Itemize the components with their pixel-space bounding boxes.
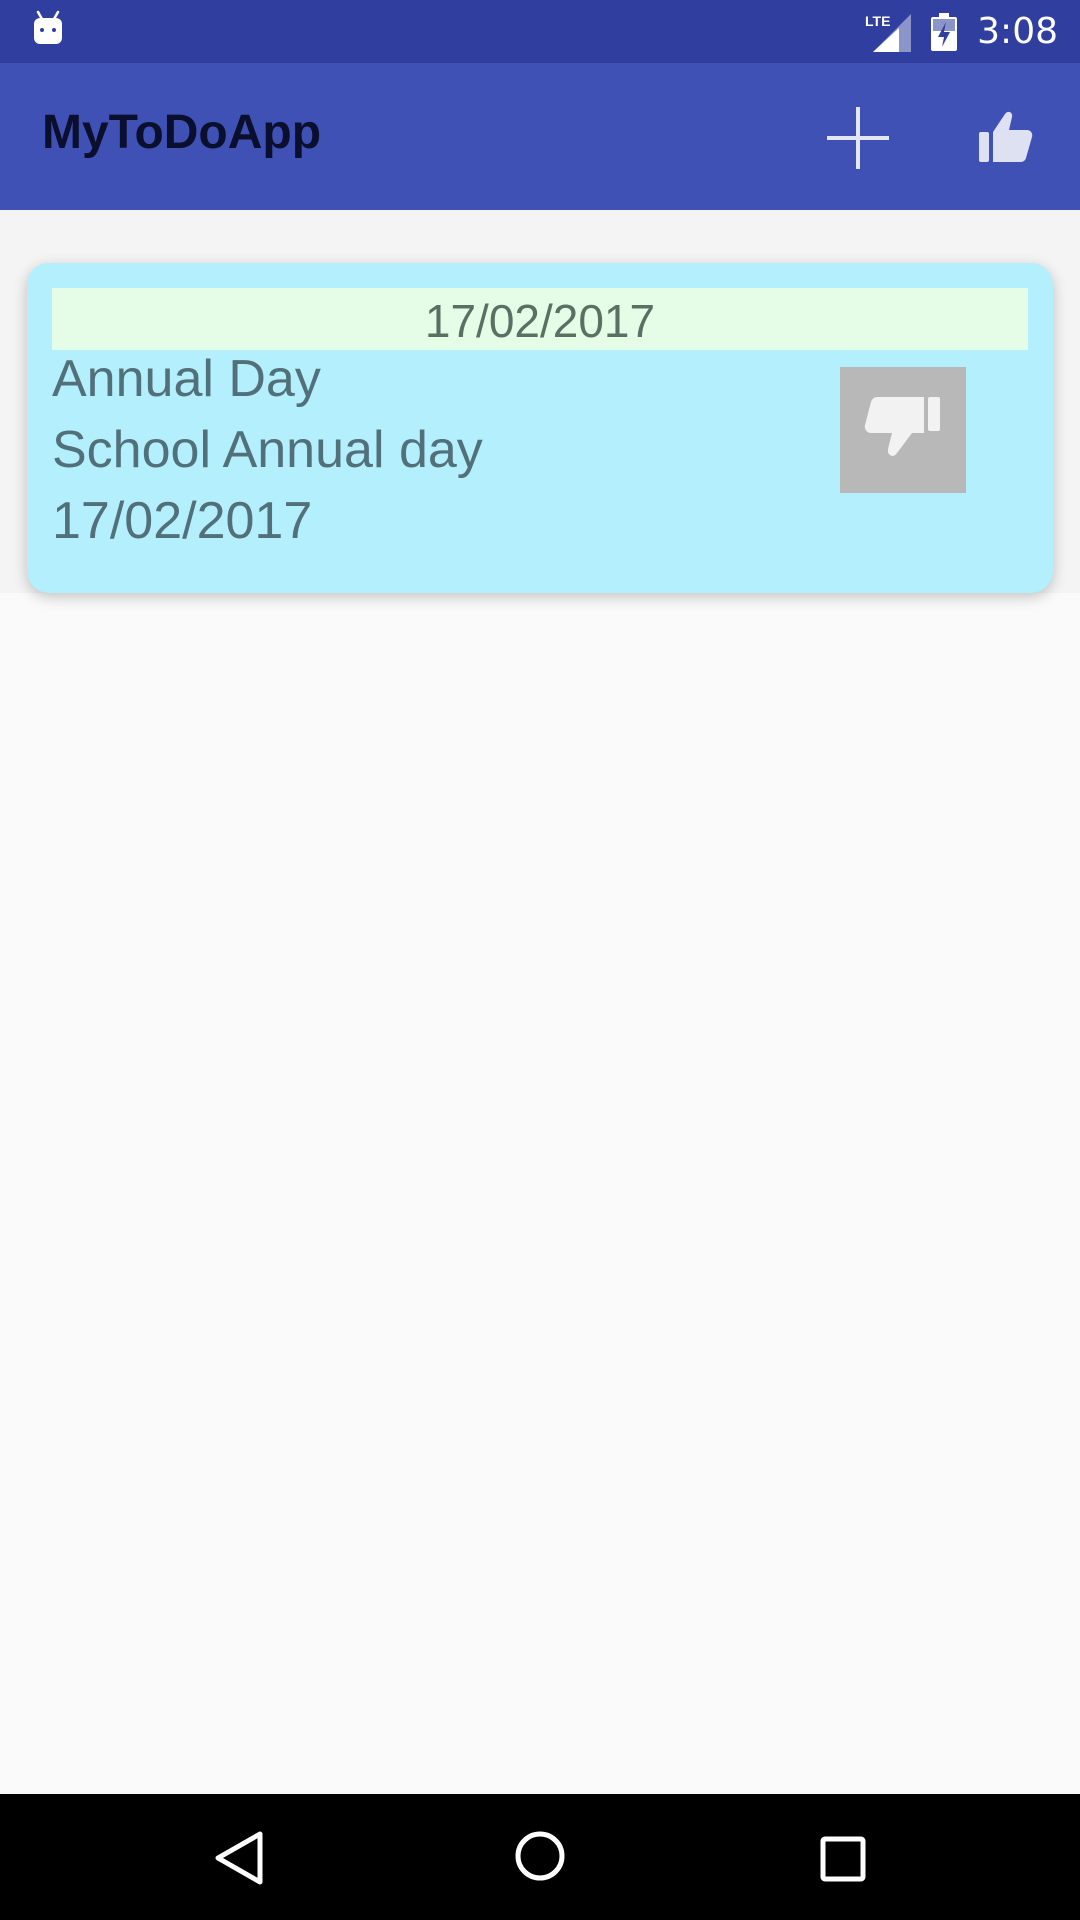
thumbs-up-icon <box>979 111 1033 162</box>
lte-signal-icon: LTE <box>865 12 913 52</box>
back-icon[interactable] <box>210 1828 266 1888</box>
dislike-button[interactable] <box>840 367 966 493</box>
app-bar: MyToDoApp <box>0 63 1080 210</box>
status-time: 3:08 <box>977 11 1058 52</box>
card-header-date: 17/02/2017 <box>52 288 1028 350</box>
thumbs-down-icon <box>864 397 940 456</box>
screen: LTE 3:08 MyToDoApp 17/02/2017 Annual Day… <box>0 0 1080 1920</box>
plus-icon <box>827 107 889 169</box>
svg-text:LTE: LTE <box>865 13 890 29</box>
app-title: MyToDoApp <box>42 106 322 159</box>
todo-date: 17/02/2017 <box>52 492 313 550</box>
battery-icon <box>931 12 958 51</box>
todo-title: Annual Day <box>52 350 321 408</box>
todo-description: School Annual day <box>52 421 483 479</box>
add-todo-button[interactable] <box>823 103 893 173</box>
status-bar: LTE 3:08 <box>0 0 1080 63</box>
todo-card[interactable]: 17/02/2017 Annual Day School Annual day … <box>27 263 1053 593</box>
recents-icon[interactable] <box>818 1828 868 1888</box>
android-notification-icon <box>34 10 62 44</box>
status-icons: LTE 3:08 <box>865 0 1080 63</box>
navigation-bar <box>0 1794 1080 1920</box>
like-button[interactable] <box>975 108 1035 168</box>
home-icon[interactable] <box>513 1826 567 1888</box>
